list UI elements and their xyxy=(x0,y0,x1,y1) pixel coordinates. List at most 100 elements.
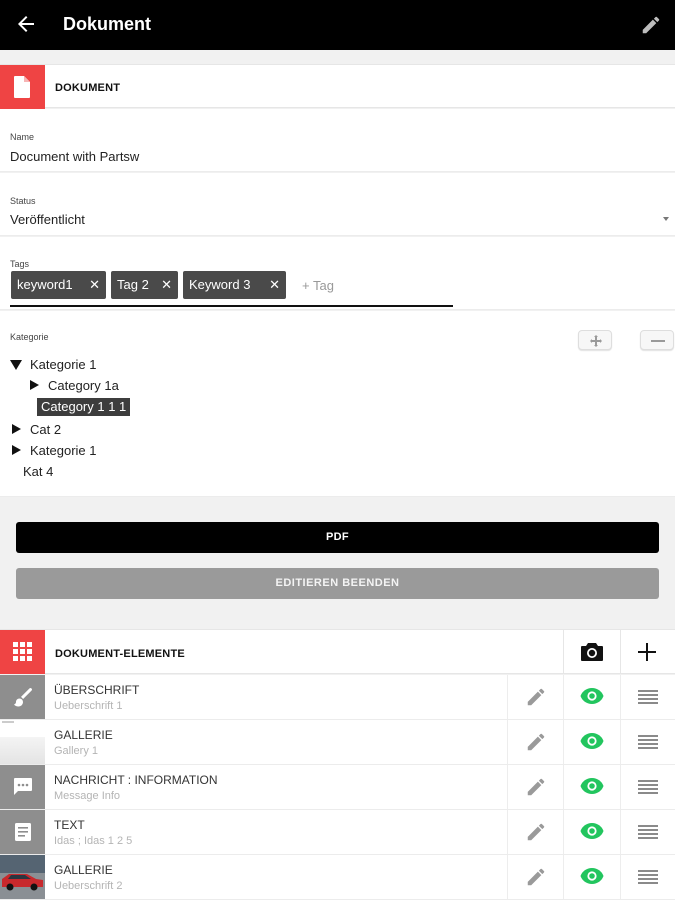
visibility-cell[interactable] xyxy=(563,810,620,854)
message-icon xyxy=(14,778,32,795)
eye-icon[interactable] xyxy=(580,732,604,750)
drag-handle-icon[interactable] xyxy=(638,824,658,840)
name-field[interactable]: Name Document with Partsw xyxy=(0,109,675,172)
divider xyxy=(620,630,621,674)
pencil-icon[interactable] xyxy=(525,776,547,798)
drag-handle[interactable] xyxy=(620,720,675,764)
edit-cell[interactable] xyxy=(507,720,563,764)
eye-icon[interactable] xyxy=(580,822,604,840)
eye-icon[interactable] xyxy=(580,687,604,705)
remove-category-button[interactable] xyxy=(640,330,674,350)
chevron-down-icon[interactable] xyxy=(663,217,669,221)
brush-icon xyxy=(14,688,32,707)
element-subtitle: Idas ; Idas 1 2 5 xyxy=(54,835,133,847)
drag-handle[interactable] xyxy=(620,765,675,809)
tag-label: Tag 2 xyxy=(117,277,149,292)
tag-chip[interactable]: keyword1 ✕ xyxy=(11,271,106,299)
page-title: Dokument xyxy=(63,14,152,34)
tree-node[interactable]: Kategorie 1 xyxy=(12,443,97,458)
drag-handle[interactable] xyxy=(620,855,675,899)
visibility-cell[interactable] xyxy=(563,675,620,719)
end-editing-button[interactable]: EDITIEREN BEENDEN xyxy=(16,568,659,599)
gallery-image xyxy=(0,737,45,764)
edit-cell[interactable] xyxy=(507,855,563,899)
status-label: Status xyxy=(10,196,36,206)
drag-handle[interactable] xyxy=(620,675,675,719)
edit-cell[interactable] xyxy=(507,765,563,809)
pencil-icon[interactable] xyxy=(525,686,547,708)
element-type: TEXT xyxy=(54,818,85,832)
pencil-icon[interactable] xyxy=(525,866,547,888)
element-subtitle: Ueberschrift 2 xyxy=(54,880,123,892)
drag-handle-icon[interactable] xyxy=(638,689,658,705)
tree-node[interactable]: Kategorie 1 xyxy=(10,357,97,372)
pencil-icon[interactable] xyxy=(640,14,662,36)
element-thumbnail xyxy=(0,765,45,809)
status-value[interactable]: Veröffentlicht xyxy=(10,212,85,227)
visibility-cell[interactable] xyxy=(563,855,620,899)
tree-node[interactable]: Kat 4 xyxy=(23,464,53,479)
eye-icon[interactable] xyxy=(580,777,604,795)
edit-cell[interactable] xyxy=(507,810,563,854)
tree-node-label: Kat 4 xyxy=(23,464,54,479)
collapsed-triangle-icon[interactable] xyxy=(12,424,21,434)
tag-chip[interactable]: Tag 2 ✕ xyxy=(111,271,178,299)
tree-node[interactable]: Category 1a xyxy=(30,378,119,393)
app-bar: Dokument xyxy=(0,0,675,50)
eye-icon[interactable] xyxy=(580,867,604,885)
tree-node[interactable]: Cat 2 xyxy=(12,422,61,437)
visibility-cell[interactable] xyxy=(563,720,620,764)
add-tag-input[interactable]: + Tag xyxy=(302,278,334,293)
car-image-thumbnail xyxy=(0,855,45,899)
element-thumbnail xyxy=(0,855,45,899)
tag-chip[interactable]: Keyword 3 ✕ xyxy=(183,271,286,299)
move-icon xyxy=(590,335,602,347)
list-item[interactable]: NACHRICHT : INFORMATION Message Info xyxy=(0,765,675,810)
plus-icon[interactable] xyxy=(636,641,658,663)
pencil-icon[interactable] xyxy=(525,731,547,753)
tree-node-label: Category 1a xyxy=(48,378,119,393)
tag-label: keyword1 xyxy=(17,277,73,292)
tree-node-label: Kategorie 1 xyxy=(30,443,97,458)
list-item[interactable]: GALLERIE Ueberschrift 2 xyxy=(0,855,675,900)
element-subtitle: Gallery 1 xyxy=(54,745,99,757)
element-subtitle: Message Info xyxy=(54,790,121,802)
pencil-icon[interactable] xyxy=(525,821,547,843)
move-category-button[interactable] xyxy=(578,330,612,350)
element-thumbnail xyxy=(0,720,45,764)
close-icon[interactable]: ✕ xyxy=(269,271,280,299)
minus-icon xyxy=(651,340,665,342)
elements-section-header: DOKUMENT-ELEMENTE xyxy=(0,629,675,674)
section-title: DOKUMENT xyxy=(55,82,121,94)
drag-handle-icon[interactable] xyxy=(638,779,658,795)
drag-handle[interactable] xyxy=(620,810,675,854)
element-type: GALLERIE xyxy=(54,728,113,742)
expanded-triangle-icon[interactable] xyxy=(10,360,22,370)
pdf-button[interactable]: PDF xyxy=(16,522,659,553)
tree-node-label: Cat 2 xyxy=(30,422,62,437)
document-section-header: DOKUMENT xyxy=(0,64,675,109)
divider xyxy=(563,630,564,674)
element-type: GALLERIE xyxy=(54,863,113,877)
drag-handle-icon[interactable] xyxy=(638,734,658,750)
back-arrow-icon[interactable] xyxy=(14,12,38,36)
list-item[interactable]: GALLERIE Gallery 1 xyxy=(0,720,675,765)
list-item[interactable]: ÜBERSCHRIFT Ueberschrift 1 xyxy=(0,675,675,720)
element-type: NACHRICHT : INFORMATION xyxy=(54,773,218,787)
tags-underline xyxy=(10,305,453,307)
elements-section-icon xyxy=(0,630,45,674)
visibility-cell[interactable] xyxy=(563,765,620,809)
list-item[interactable]: TEXT Idas ; Idas 1 2 5 xyxy=(0,810,675,855)
element-type: ÜBERSCHRIFT xyxy=(54,683,140,697)
camera-icon[interactable] xyxy=(579,640,605,664)
close-icon[interactable]: ✕ xyxy=(89,271,100,299)
name-value[interactable]: Document with Partsw xyxy=(10,149,139,164)
collapsed-triangle-icon[interactable] xyxy=(12,445,21,455)
edit-cell[interactable] xyxy=(507,675,563,719)
close-icon[interactable]: ✕ xyxy=(161,271,172,299)
grid-icon xyxy=(13,642,32,661)
status-select[interactable]: Status Veröffentlicht xyxy=(0,173,675,236)
drag-handle-icon[interactable] xyxy=(638,869,658,885)
tree-node-selected[interactable]: Category 1 1 1 xyxy=(37,398,131,416)
collapsed-triangle-icon[interactable] xyxy=(30,380,39,390)
